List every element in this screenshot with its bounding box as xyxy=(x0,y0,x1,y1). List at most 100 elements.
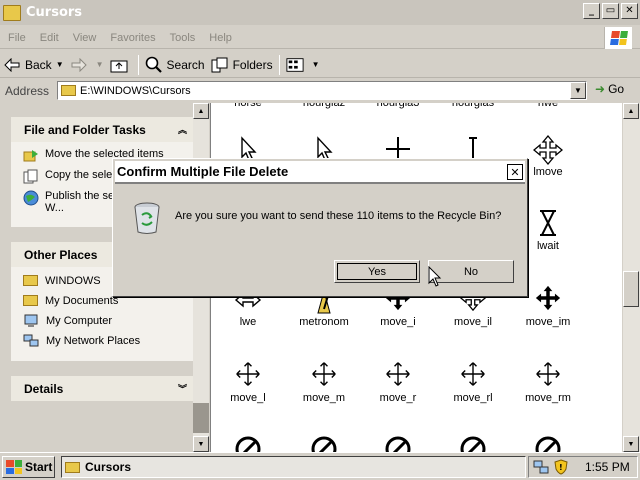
menu-edit[interactable]: Edit xyxy=(33,32,66,44)
toolbar: Back ▼ ▼ Search Folders ▼ xyxy=(0,52,640,78)
taskbar-window-button[interactable]: Cursors xyxy=(61,456,526,478)
svg-text:!: ! xyxy=(559,463,563,472)
place-my-computer[interactable]: My Computer xyxy=(23,313,187,328)
windows-logo-icon xyxy=(6,460,22,474)
search-button[interactable]: Search xyxy=(142,54,208,76)
file-item[interactable]: hourglas xyxy=(436,103,510,109)
folder-icon xyxy=(65,461,80,473)
chevron-down-icon[interactable]: ▼ xyxy=(96,60,104,69)
close-button[interactable]: ✕ xyxy=(621,3,638,19)
go-button[interactable]: ➜ Go xyxy=(595,82,624,96)
place-label: My Computer xyxy=(46,314,113,327)
address-label: Address xyxy=(5,84,50,98)
taskbar: Start Cursors ! 1:55 PM xyxy=(0,452,640,480)
no-entry-icon xyxy=(436,435,510,452)
place-label: WINDOWS xyxy=(45,274,101,287)
globe-icon xyxy=(23,190,39,206)
file-item[interactable]: hourglaz xyxy=(287,103,361,109)
menu-help[interactable]: Help xyxy=(202,32,239,44)
no-entry-icon xyxy=(511,435,585,452)
computer-icon xyxy=(23,314,39,327)
search-label: Search xyxy=(166,57,205,72)
copy-icon xyxy=(23,169,39,185)
views-button[interactable]: ▼ xyxy=(283,54,323,76)
move-cursor-icon xyxy=(211,361,285,389)
windows-logo-icon xyxy=(604,27,632,49)
dialog-title-bar: Confirm Multiple File Delete ✕ xyxy=(115,161,525,184)
no-entry-icon xyxy=(211,435,285,452)
expand-chevron-icon[interactable]: ︾ xyxy=(178,382,187,395)
scroll-up-icon[interactable]: ▲ xyxy=(623,103,639,119)
search-icon xyxy=(145,56,163,74)
file-item[interactable]: move_l xyxy=(211,361,285,404)
panel-title: Other Places xyxy=(24,247,98,262)
minimize-button[interactable]: _ xyxy=(583,3,600,19)
collapse-chevron-icon[interactable]: ︽ xyxy=(178,123,187,136)
file-item[interactable]: move_m xyxy=(287,361,361,404)
file-item[interactable] xyxy=(511,435,585,452)
views-icon xyxy=(286,56,304,74)
file-item[interactable]: hourgla3 xyxy=(361,103,435,109)
file-item[interactable]: move_r xyxy=(361,361,435,404)
chevron-down-icon[interactable]: ▼ xyxy=(312,60,320,69)
up-folder-button[interactable] xyxy=(107,54,135,76)
folder-icon xyxy=(23,275,38,286)
move-cursor-icon xyxy=(511,361,585,389)
up-folder-icon xyxy=(110,56,128,74)
chevron-down-icon[interactable]: ▼ xyxy=(56,60,64,69)
dialog-title: Confirm Multiple File Delete xyxy=(117,164,289,179)
address-input[interactable]: E:\WINDOWS\Cursors ▼ xyxy=(57,81,587,100)
file-item[interactable] xyxy=(211,435,285,452)
start-label: Start xyxy=(25,460,53,474)
file-item[interactable]: horse xyxy=(211,103,285,109)
network-tray-icon[interactable] xyxy=(533,459,549,475)
menu-favorites[interactable]: Favorites xyxy=(103,32,162,44)
close-icon[interactable]: ✕ xyxy=(507,164,523,180)
back-label: Back xyxy=(25,57,52,72)
toolbar-separator xyxy=(137,54,139,75)
recycle-bin-icon xyxy=(132,201,162,235)
no-entry-icon xyxy=(361,435,435,452)
panel-header[interactable]: File and Folder Tasks ︽ xyxy=(11,117,195,142)
taskbar-window-label: Cursors xyxy=(85,460,132,474)
scroll-thumb[interactable] xyxy=(193,403,209,433)
file-item[interactable]: move_rm xyxy=(511,361,585,404)
folders-button[interactable]: Folders xyxy=(208,54,276,76)
file-item[interactable]: hwe xyxy=(511,103,585,109)
network-icon xyxy=(23,334,39,347)
file-item[interactable] xyxy=(287,435,361,452)
clock: 1:55 PM xyxy=(585,460,630,474)
forward-button[interactable]: ▼ xyxy=(67,54,107,76)
file-item[interactable] xyxy=(361,435,435,452)
menu-view[interactable]: View xyxy=(66,32,104,44)
menu-tools[interactable]: Tools xyxy=(163,32,203,44)
dialog-message: Are you sure you want to send these 110 … xyxy=(175,210,502,222)
chevron-down-icon[interactable]: ▼ xyxy=(570,82,586,99)
mouse-pointer-icon xyxy=(428,265,442,288)
start-button[interactable]: Start xyxy=(2,456,55,478)
documents-folder-icon xyxy=(23,295,38,306)
file-item[interactable] xyxy=(436,435,510,452)
panel-title: File and Folder Tasks xyxy=(24,122,146,137)
scroll-up-icon[interactable]: ▲ xyxy=(193,103,209,119)
maximize-button[interactable]: ▭ xyxy=(602,3,619,19)
back-button[interactable]: Back ▼ xyxy=(0,54,67,76)
place-my-network[interactable]: My Network Places xyxy=(23,333,187,348)
place-label: My Network Places xyxy=(46,334,141,347)
security-shield-icon[interactable]: ! xyxy=(553,459,569,475)
menu-file[interactable]: File xyxy=(0,32,33,44)
move-cursor-icon xyxy=(287,361,361,389)
folder-icon xyxy=(61,85,76,96)
file-item[interactable]: move_rl xyxy=(436,361,510,404)
no-entry-icon xyxy=(287,435,361,452)
scroll-down-icon[interactable]: ▼ xyxy=(193,436,209,452)
scroll-thumb[interactable] xyxy=(623,271,639,307)
move-cursor-icon xyxy=(436,361,510,389)
yes-button[interactable]: Yes xyxy=(334,260,420,283)
toolbar-separator xyxy=(278,54,280,75)
task-label: Copy the sele... xyxy=(45,169,122,181)
scroll-down-icon[interactable]: ▼ xyxy=(623,436,639,452)
file-list-scrollbar[interactable]: ▲ ▼ xyxy=(623,103,640,452)
folder-icon xyxy=(3,4,21,21)
panel-header[interactable]: Details ︾ xyxy=(11,376,195,401)
